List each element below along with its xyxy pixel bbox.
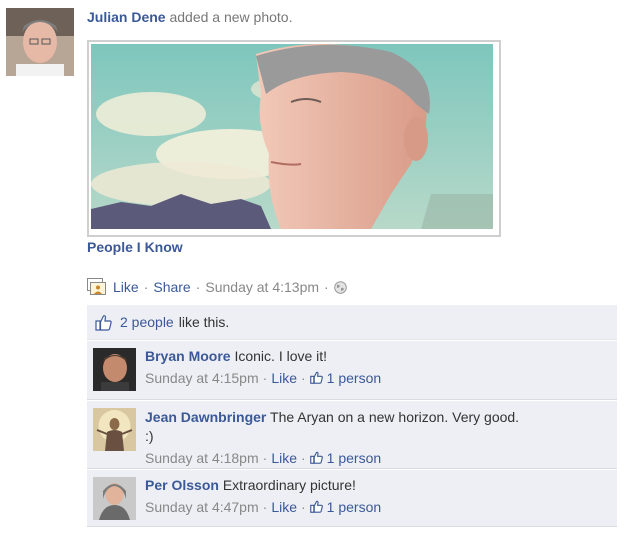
thumbs-up-icon [309, 449, 323, 464]
separator: · [143, 279, 149, 295]
comment-author-link[interactable]: Per Olsson [145, 477, 219, 493]
post-photo[interactable] [87, 40, 501, 237]
like-link[interactable]: Like [113, 279, 139, 295]
comment-likes-count[interactable]: 1 person [309, 498, 382, 515]
comment-timestamp[interactable]: Sunday at 4:18pm [145, 450, 259, 466]
commenter-avatar[interactable] [93, 408, 136, 451]
likes-count-link[interactable]: 2 people [120, 314, 174, 330]
commenter-avatar[interactable] [93, 348, 136, 391]
comment-likes-label: 1 person [326, 499, 382, 515]
comment: Jean Dawnbringer The Aryan on a new hori… [87, 400, 617, 469]
comment-text: Iconic. I love it! [234, 348, 328, 364]
post-actions: Like · Share · Sunday at 4:13pm · [87, 278, 347, 296]
comment-likes-count[interactable]: 1 person [309, 369, 382, 386]
comment-timestamp[interactable]: Sunday at 4:15pm [145, 370, 259, 386]
separator: · [324, 279, 329, 295]
post-action-text: added a new photo. [169, 9, 293, 25]
comment-likes-count[interactable]: 1 person [309, 449, 382, 466]
author-avatar[interactable] [6, 8, 74, 76]
author-name-link[interactable]: Julian Dene [87, 9, 166, 25]
commenter-avatar[interactable] [93, 477, 136, 520]
comment-text-continued: :) [145, 428, 154, 444]
comment-like-link[interactable]: Like [271, 450, 297, 466]
separator: · [195, 279, 201, 295]
share-link[interactable]: Share [153, 279, 190, 295]
comment-text: Extraordinary picture! [222, 477, 356, 493]
comment-likes-label: 1 person [326, 370, 382, 386]
comment-text: The Aryan on a new horizon. Very good. [270, 409, 520, 425]
comment-author-link[interactable]: Bryan Moore [145, 348, 231, 364]
likes-summary: 2 people like this. [87, 305, 617, 340]
comment-timestamp[interactable]: Sunday at 4:47pm [145, 499, 259, 515]
globe-icon[interactable] [333, 280, 347, 294]
photo-icon [87, 278, 107, 296]
likes-suffix: like this. [178, 314, 230, 330]
comment-like-link[interactable]: Like [271, 370, 297, 386]
album-link[interactable]: People I Know [87, 239, 183, 255]
thumbs-up-icon [309, 369, 323, 384]
post-headline: Julian Dene added a new photo. [87, 9, 292, 25]
thumbs-up-icon [95, 314, 112, 331]
comment-like-link[interactable]: Like [271, 499, 297, 515]
comment-likes-label: 1 person [326, 450, 382, 466]
feedback-panel: 2 people like this. Bryan Moore Iconic. … [87, 305, 617, 527]
thumbs-up-icon [309, 498, 323, 513]
comment: Bryan Moore Iconic. I love it! Sunday at… [87, 340, 617, 400]
comment: Per Olsson Extraordinary picture! Sunday… [87, 469, 617, 527]
comment-author-link[interactable]: Jean Dawnbringer [145, 409, 266, 425]
post-timestamp[interactable]: Sunday at 4:13pm [205, 279, 319, 295]
